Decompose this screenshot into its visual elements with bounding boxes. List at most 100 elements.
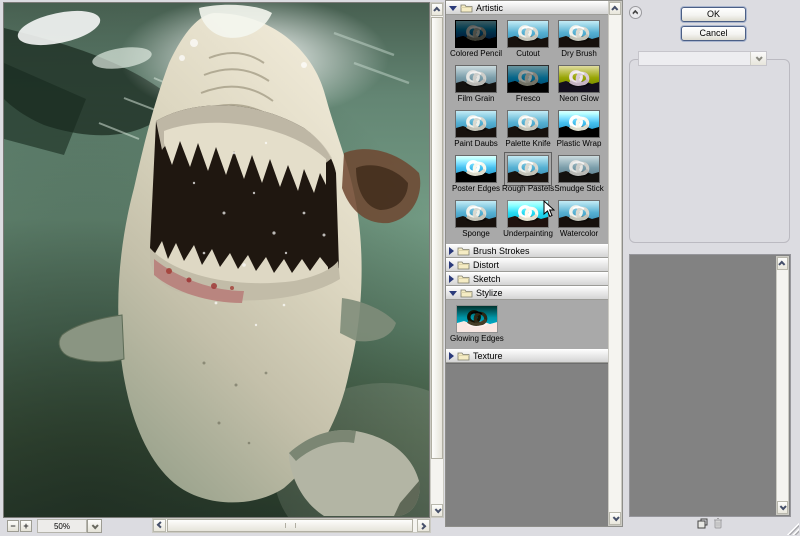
filter-thumbnail-label: Film Grain [457,94,495,103]
filter-thumb-smudge-stick[interactable]: Smudge Stick [554,156,604,193]
filter-thumb-underpainting[interactable]: Underpainting [502,201,554,238]
filter-thumbnail-image [559,156,599,182]
filter-thumb-plastic-wrap[interactable]: Plastic Wrap [554,111,604,148]
filter-thumbnail-label: Plastic Wrap [556,139,602,148]
filter-thumbnail-label: Fresco [515,94,541,103]
chevron-up-icon [610,5,618,13]
category-label: Texture [473,350,503,361]
scroll-right-button[interactable] [417,519,430,532]
folder-icon [457,351,470,361]
chevron-right-icon [419,522,427,530]
filter-thumbnail-image [508,66,548,92]
filter-thumb-watercolor[interactable]: Watercolor [554,201,604,238]
category-header-sketch[interactable]: Sketch [446,272,608,286]
category-label: Stylize [476,287,503,298]
filter-thumb-sponge[interactable]: Sponge [450,201,502,238]
filter-thumbnail-label: Cutout [516,49,540,58]
category-header-distort[interactable]: Distort [446,258,608,272]
ok-button[interactable]: OK [681,7,746,22]
preview-horizontal-scrollbar[interactable] [152,518,431,533]
filter-thumbnail-image [508,201,548,227]
filter-thumbnail-image [559,66,599,92]
category-header-brush-strokes[interactable]: Brush Strokes [446,244,608,258]
zoom-level-field[interactable]: 50% [37,519,87,533]
zoom-level-dropdown-button[interactable] [87,519,102,533]
filter-category-list: Artistic Colored Pencil Cutout Dry Brush Fil… [446,1,608,526]
filter-thumb-colored-pencil[interactable]: Colored Pencil [450,21,502,58]
chevron-up-icon [778,260,786,268]
chevron-down-icon [91,521,99,529]
filter-thumb-poster-edges[interactable]: Poster Edges [450,156,502,193]
scroll-down-button[interactable] [777,501,788,514]
scroll-down-button[interactable] [609,512,621,525]
vertical-scroll-thumb[interactable] [431,17,443,459]
filter-thumb-neon-glow[interactable]: Neon Glow [554,66,604,103]
filter-gallery-dialog: { "dialog": {"title": "Filter Gallery"},… [0,0,800,536]
effect-layers-scrollbar[interactable] [776,256,789,515]
filter-thumbnail-image [559,111,599,137]
triangle-right-icon [449,275,454,283]
filter-thumbnail-image [508,21,548,47]
filter-thumb-palette-knife[interactable]: Palette Knife [502,111,554,148]
chevron-left-icon [156,521,164,529]
triangle-down-icon [449,290,457,296]
preview-vertical-scrollbar[interactable] [430,2,444,518]
horizontal-scroll-thumb[interactable] [167,519,413,532]
filter-thumbnail-label: Neon Glow [559,94,599,103]
filter-thumbnail-image [559,21,599,47]
scroll-up-button[interactable] [431,3,443,16]
chevron-down-icon [755,54,763,62]
collapse-thumbnails-button[interactable] [629,6,642,19]
filter-category-panel: Artistic Colored Pencil Cutout Dry Brush Fil… [445,0,623,527]
category-label: Brush Strokes [473,245,530,256]
folder-icon [460,288,473,298]
filter-thumbnail-image [456,201,496,227]
filter-thumb-cutout[interactable]: Cutout [502,21,554,58]
filter-selector-dropdown[interactable] [638,51,767,66]
folder-icon [457,274,470,284]
category-header-stylize[interactable]: Stylize [446,286,608,300]
filter-thumb-film-grain[interactable]: Film Grain [450,66,502,103]
scroll-left-button[interactable] [153,519,166,532]
delete-effect-layer-icon [713,517,722,528]
filter-thumbnail-label: Poster Edges [452,184,501,193]
filter-thumb-paint-daubs[interactable]: Paint Daubs [450,111,502,148]
category-label: Artistic [476,2,503,13]
triangle-right-icon [449,261,454,269]
filter-thumb-glowing-edges[interactable]: Glowing Edges [450,306,504,343]
chevron-up-icon [432,6,440,14]
filter-thumb-fresco[interactable]: Fresco [502,66,554,103]
filter-thumb-dry-brush[interactable]: Dry Brush [554,21,604,58]
delete-effect-layer-button[interactable] [712,516,723,529]
scroll-up-button[interactable] [777,257,788,270]
category-label: Distort [473,259,500,270]
filter-thumbnail-label: Watercolor [559,229,599,238]
category-label: Sketch [473,273,501,284]
scroll-down-button[interactable] [431,504,443,517]
zoom-in-button[interactable]: + [20,520,32,532]
double-chevron-up-icon [631,9,638,17]
category-header-texture[interactable]: Texture [446,349,608,363]
zoom-out-button[interactable]: − [7,520,19,532]
cancel-button[interactable]: Cancel [681,26,746,41]
folder-icon [457,246,470,256]
filter-thumb-rough-pastels[interactable]: Rough Pastels [502,152,554,193]
triangle-right-icon [449,247,454,255]
filter-thumbnail-label: Underpainting [503,229,553,238]
dropdown-button[interactable] [750,52,766,65]
filter-preview-image[interactable] [3,2,430,518]
shark-photo [4,3,429,517]
scroll-up-button[interactable] [609,2,621,15]
filter-thumbnail-image [559,201,599,227]
effect-layers-list[interactable] [629,254,791,517]
triangle-right-icon [449,352,454,360]
ok-button-label: OK [706,9,720,19]
cancel-button-label: Cancel [699,28,728,38]
filter-thumbnail-image [456,156,496,182]
filter-thumbnail-label: Sponge [462,229,490,238]
plus-icon: + [23,521,29,531]
category-header-artistic[interactable]: Artistic [446,1,608,15]
dialog-resize-grip[interactable] [787,523,799,535]
new-effect-layer-button[interactable] [696,517,708,529]
filter-list-scrollbar[interactable] [608,1,622,526]
